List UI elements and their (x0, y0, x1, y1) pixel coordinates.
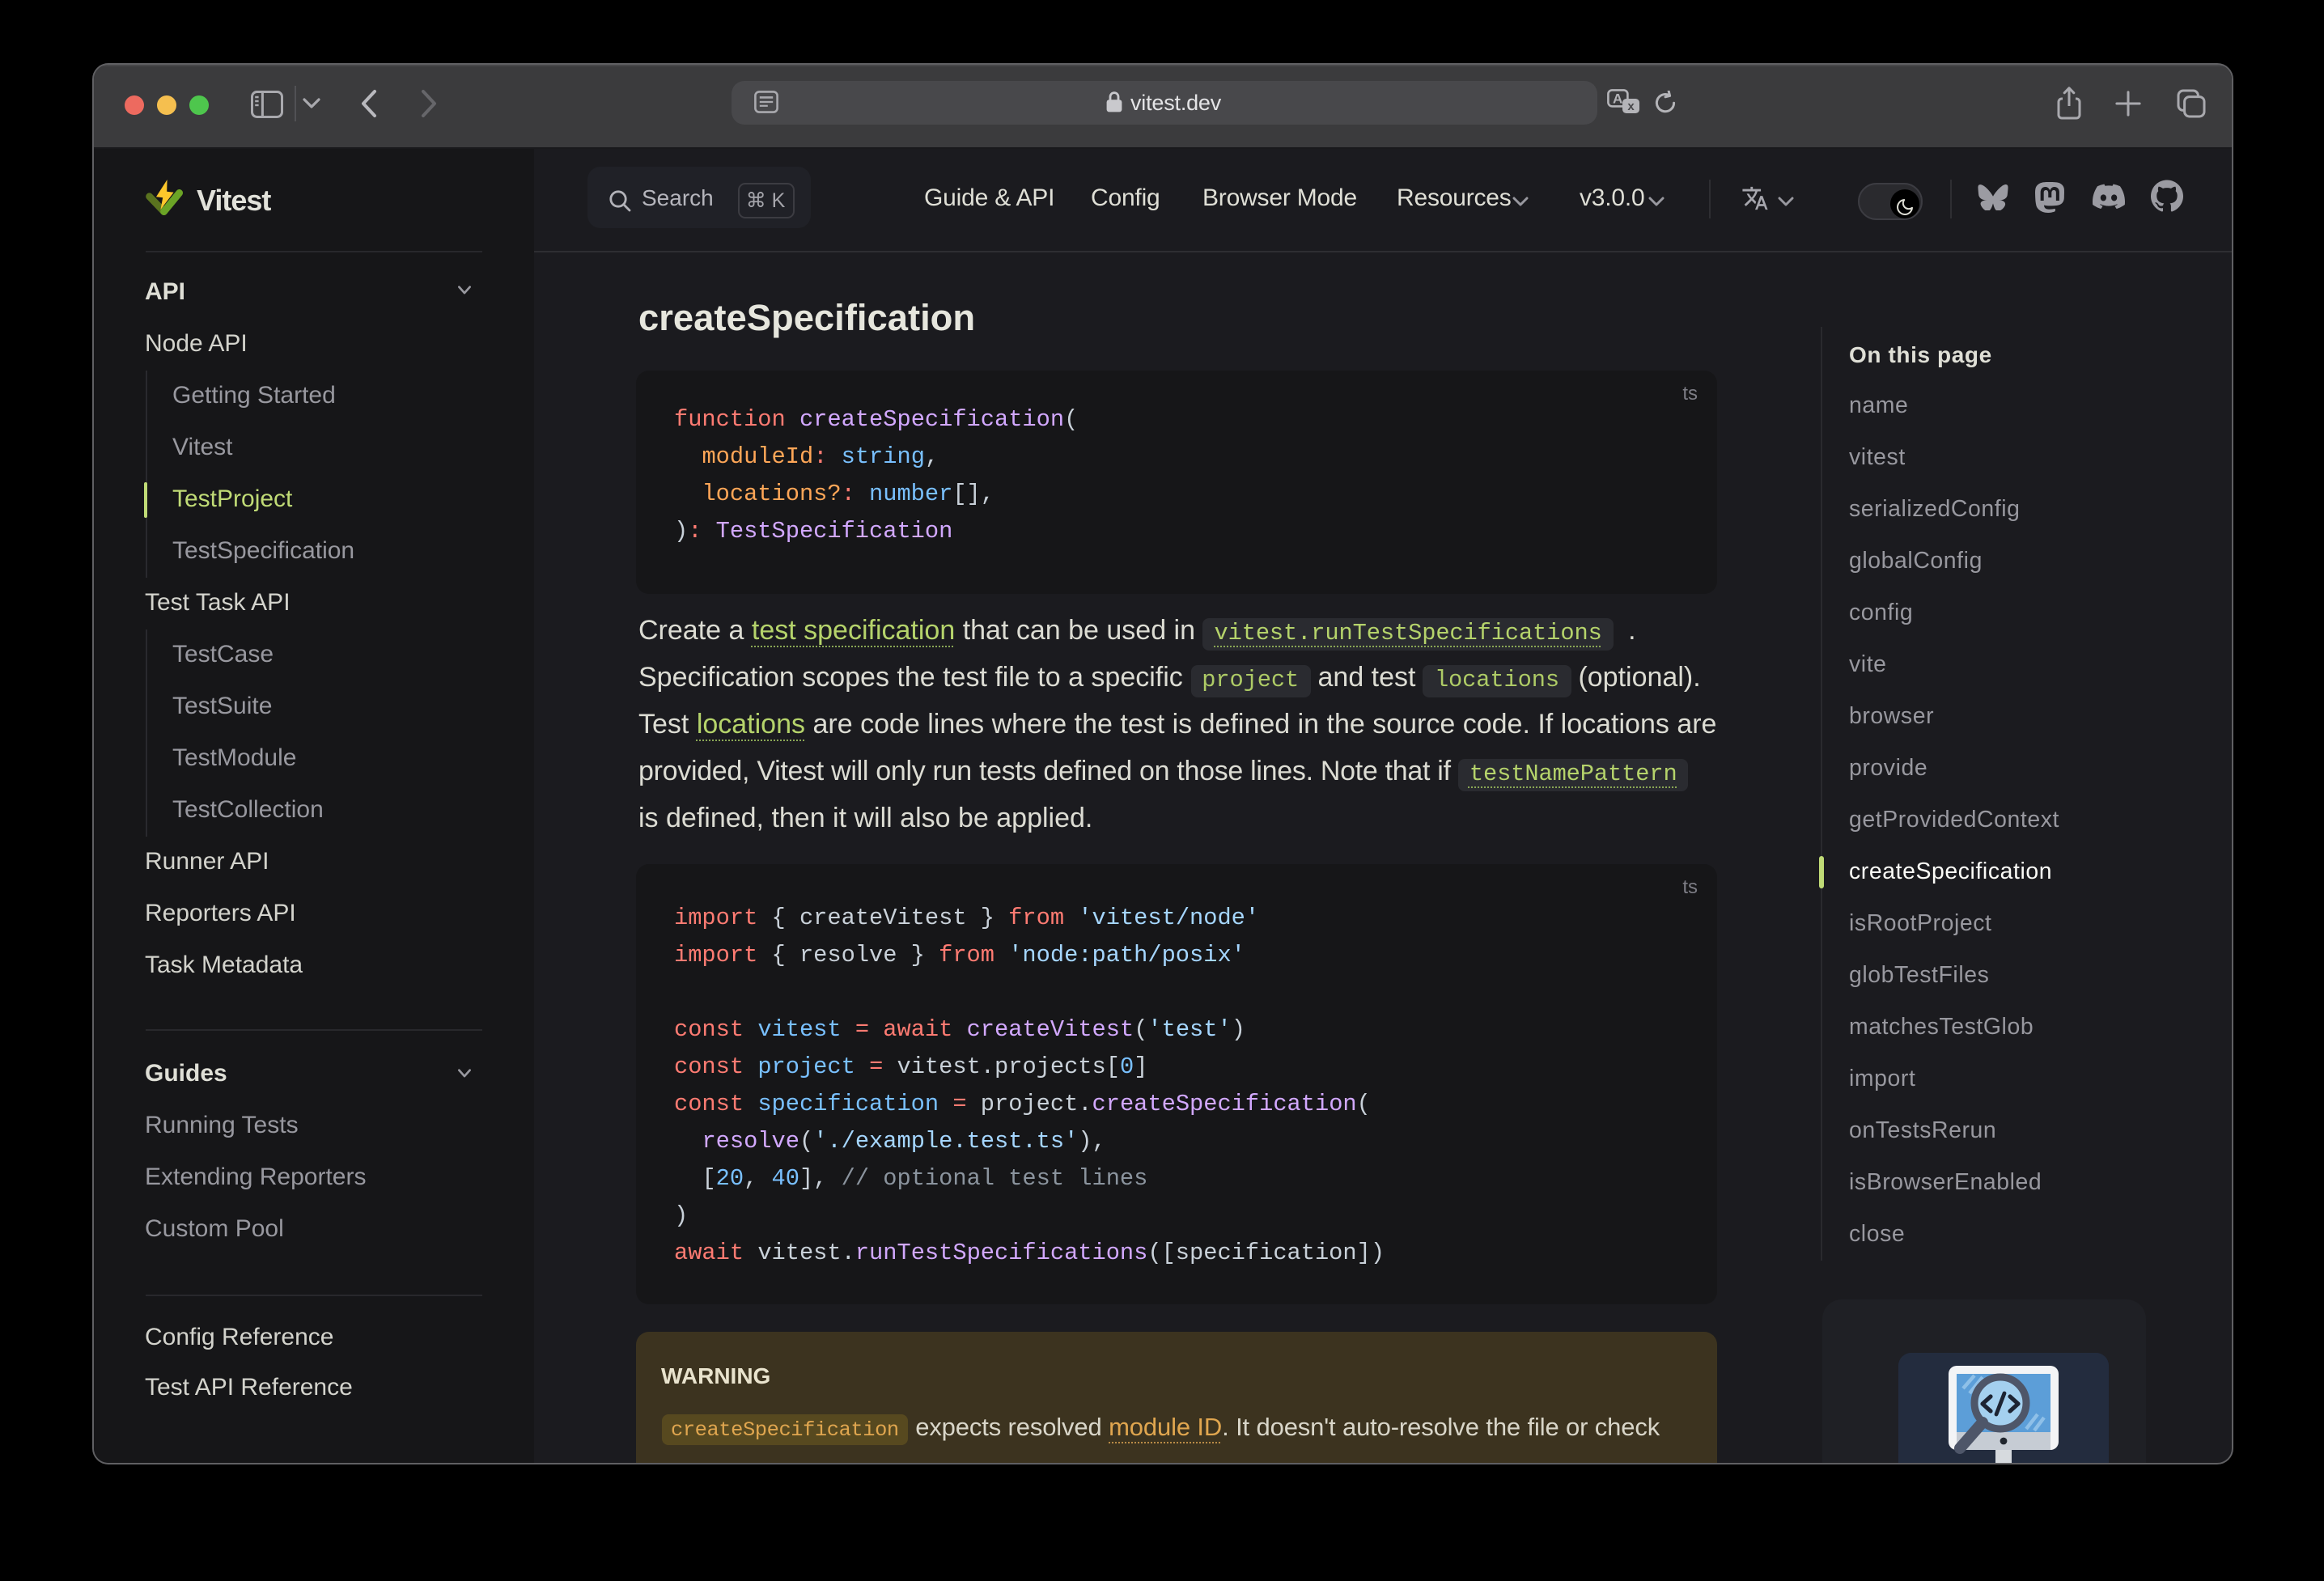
svg-text:A: A (1612, 91, 1622, 107)
svg-text:x: x (1626, 100, 1634, 113)
